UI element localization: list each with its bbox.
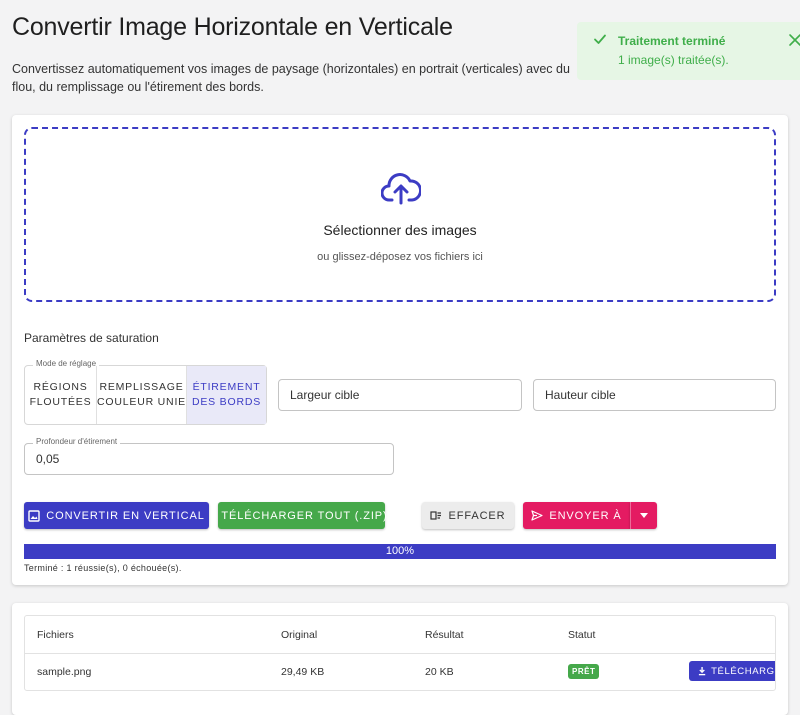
download-zip-label: TÉLÉCHARGER TOUT (.ZIP) <box>221 509 388 522</box>
converter-card: Sélectionner des images ou glissez-dépos… <box>12 115 788 585</box>
processing-status: Terminé : 1 réussie(s), 0 échouée(s). <box>24 563 182 573</box>
cloud-upload-icon <box>381 173 421 205</box>
header-files: Fichiers <box>37 629 74 641</box>
download-file-label: TÉLÉCHARGER <box>711 665 775 677</box>
send-to-label: ENVOYER À <box>549 509 622 522</box>
clear-label: EFFACER <box>448 509 506 522</box>
mode-edge-stretch[interactable]: ÉTIREMENT DES BORDS <box>187 366 266 424</box>
row-result-size: 20 KB <box>425 666 454 678</box>
download-file-button[interactable]: TÉLÉCHARGER <box>689 661 775 681</box>
row-original-size: 29,49 KB <box>281 666 325 678</box>
image-icon <box>28 509 40 522</box>
mode-blurred-regions[interactable]: RÉGIONS FLOUTÉES <box>25 366 97 424</box>
settings-title: Paramètres de saturation <box>24 331 159 345</box>
target-width-input[interactable]: Largeur cible <box>278 379 522 411</box>
header-original: Original <box>281 629 318 641</box>
progress-label: 100% <box>385 545 415 557</box>
clear-button[interactable]: EFFACER <box>422 502 514 529</box>
caret-down-icon <box>640 513 648 518</box>
table-divider <box>25 653 775 654</box>
stretch-depth-input[interactable]: Profondeur d'étirement 0,05 <box>24 437 394 475</box>
header-result: Résultat <box>425 629 464 641</box>
row-filename: sample.png <box>37 666 92 678</box>
send-to-dropdown-button[interactable] <box>630 502 657 529</box>
mode-solid-fill[interactable]: REMPLISSAGE COULEUR UNIE <box>97 366 187 424</box>
dropzone-title: Sélectionner des images <box>323 222 477 238</box>
page-title: Convertir Image Horizontale en Verticale <box>12 13 453 41</box>
upload-dropzone[interactable]: Sélectionner des images ou glissez-dépos… <box>24 127 776 302</box>
success-toast: Traitement terminé 1 image(s) traitée(s)… <box>577 22 800 80</box>
target-height-input[interactable]: Hauteur cible <box>533 379 776 411</box>
status-badge: PRÊT <box>568 664 600 679</box>
send-to-button[interactable]: ENVOYER À <box>523 502 630 529</box>
depth-legend: Profondeur d'étirement <box>33 437 121 446</box>
convert-label: CONVERTIR EN VERTICAL <box>46 509 205 522</box>
check-icon <box>594 34 606 44</box>
header-status: Statut <box>568 629 596 641</box>
clear-list-icon <box>430 511 442 520</box>
page-description: Convertissez automatiquement vos images … <box>12 62 570 94</box>
toast-title: Traitement terminé <box>618 34 726 48</box>
send-icon <box>531 510 543 521</box>
depth-value: 0,05 <box>36 452 60 466</box>
close-icon[interactable] <box>788 33 800 47</box>
progress-bar: 100% <box>24 544 776 559</box>
dropzone-subtitle: ou glissez-déposez vos fichiers ici <box>317 251 483 263</box>
mode-selector: Mode de réglage RÉGIONS FLOUTÉES REMPLIS… <box>24 359 267 425</box>
download-icon <box>698 666 706 676</box>
results-card: Fichiers Original Résultat Statut sample… <box>12 603 788 715</box>
convert-button[interactable]: CONVERTIR EN VERTICAL <box>24 502 209 529</box>
results-table: Fichiers Original Résultat Statut sample… <box>24 615 776 691</box>
download-zip-button[interactable]: TÉLÉCHARGER TOUT (.ZIP) <box>218 502 388 529</box>
toast-message: 1 image(s) traitée(s). <box>618 53 729 67</box>
